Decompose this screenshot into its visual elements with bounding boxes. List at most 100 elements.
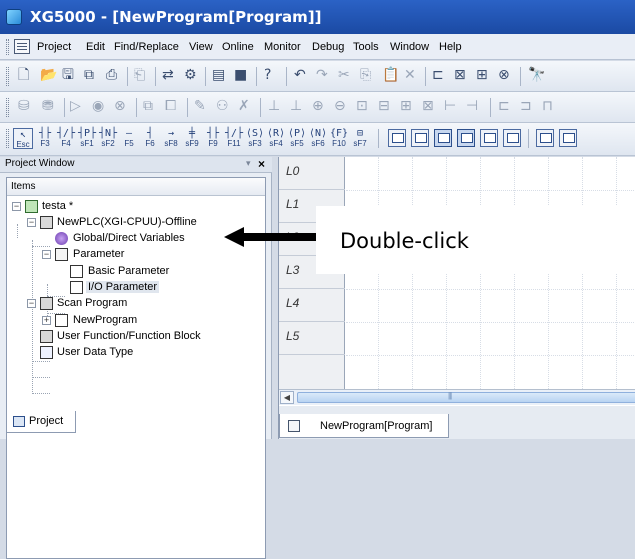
view-ladder-button[interactable] <box>434 129 452 147</box>
contact-a-button[interactable]: ┤├ F3 <box>35 128 55 149</box>
cut-icon[interactable]: ✂ <box>338 67 350 84</box>
collapse-icon[interactable]: − <box>27 299 36 308</box>
tree-node-user-function[interactable]: User Function/Function Block <box>11 329 261 345</box>
collapse-icon[interactable]: − <box>12 202 21 211</box>
vertical-line-button[interactable]: ┤ F6 <box>140 128 160 149</box>
pin-icon[interactable]: ▾ <box>246 158 251 169</box>
edit-run-icon[interactable]: ✎ <box>194 98 206 115</box>
tree-node-scan-program[interactable]: − Scan Program <box>11 296 211 312</box>
insert-cell-icon[interactable]: ⊞ <box>476 67 488 84</box>
function-button[interactable]: {F} F10 <box>329 128 349 149</box>
tree-node-user-data-type[interactable]: User Data Type <box>11 345 211 361</box>
expand-icon[interactable]: + <box>42 316 51 325</box>
tree-node-io-parameter[interactable]: I/O Parameter <box>11 280 211 296</box>
editor-tab-new-program[interactable]: NewProgram[Program] <box>279 414 449 438</box>
cancel-run-icon[interactable]: ✗ <box>238 98 250 115</box>
menu-help[interactable]: Help <box>439 41 462 53</box>
menu-project[interactable]: Project <box>37 41 71 53</box>
close-icon[interactable]: × <box>258 157 265 171</box>
tree-node-global-variables[interactable]: Global/Direct Variables <box>11 231 251 247</box>
view-j-icon[interactable]: ⊣ <box>466 98 478 115</box>
copy-icon[interactable]: ⎘ <box>360 67 371 84</box>
monitor-icon[interactable]: ▤ <box>212 67 225 84</box>
view-device-button[interactable] <box>480 129 498 147</box>
view-m-icon[interactable]: ⊓ <box>542 98 553 115</box>
insert-line-icon[interactable]: ⊏ <box>432 67 444 84</box>
write-plc-icon[interactable]: ⛃ <box>42 98 54 115</box>
set-coil-button[interactable]: ⟨S⟩ sF3 <box>245 128 265 149</box>
print-preview-icon[interactable]: ⎗ <box>134 67 145 84</box>
collapse-icon[interactable]: − <box>27 218 36 227</box>
menu-tools[interactable]: Tools <box>353 41 379 53</box>
project-tab[interactable]: Project <box>6 411 76 433</box>
print-icon[interactable]: ⎙ <box>106 67 117 84</box>
menu-edit[interactable]: Edit <box>86 41 105 53</box>
horizontal-scrollbar[interactable]: ◀ <box>279 389 635 405</box>
run-icon[interactable]: ▷ <box>70 98 81 115</box>
horizontal-line-button[interactable]: — F5 <box>119 128 139 149</box>
redo-icon[interactable]: ↷ <box>316 67 328 84</box>
menu-online[interactable]: Online <box>222 41 254 53</box>
contact-b-button[interactable]: ┤/├ F4 <box>56 128 76 149</box>
tree-node-basic-parameter[interactable]: Basic Parameter <box>11 264 211 280</box>
view-l-icon[interactable]: ⊐ <box>520 98 532 115</box>
view-comment-button[interactable] <box>388 129 406 147</box>
ladder-editor[interactable]: L0 L1 L2 L3 L4 L5 ◀ NewProgram[Program] <box>278 157 635 439</box>
scroll-thumb[interactable] <box>297 391 635 403</box>
tree-node-new-program[interactable]: + NewProgram <box>11 313 211 329</box>
monitor-stop-icon[interactable]: ■ <box>234 67 247 84</box>
paste-icon[interactable]: 📋 <box>382 67 399 84</box>
view-e-icon[interactable]: ⊡ <box>356 98 368 115</box>
compare-icon[interactable]: ⧠ <box>165 98 176 115</box>
view-d-icon[interactable]: ⊖ <box>334 98 346 115</box>
open-folder-icon[interactable]: 📂 <box>40 67 57 84</box>
new-file-icon[interactable]: 🗋 <box>18 67 29 84</box>
view-c-icon[interactable]: ⊕ <box>312 98 324 115</box>
connect-plc-icon[interactable]: ⛁ <box>18 98 30 115</box>
coil-button[interactable]: ┤├ F9 <box>203 128 223 149</box>
pause-icon[interactable]: ⊗ <box>114 98 126 115</box>
tree-node-plc[interactable]: − NewPLC(XGI-CPUU)-Offline <box>11 215 251 231</box>
view-flag-button[interactable] <box>503 129 521 147</box>
read-icon[interactable]: ⧉ <box>143 98 153 115</box>
positive-pulse-button[interactable]: ┤P├ sF1 <box>77 128 97 149</box>
delete-line-icon[interactable]: ⊠ <box>454 67 466 84</box>
delete-icon[interactable]: ✕ <box>404 67 416 84</box>
save-all-icon[interactable]: ⧉ <box>84 67 94 84</box>
view-b-icon[interactable]: ⊥ <box>290 98 302 115</box>
negative-pulse-button[interactable]: ┤N├ sF2 <box>98 128 118 149</box>
stop-icon[interactable]: ◉ <box>92 98 104 115</box>
view-grid-button[interactable] <box>536 129 554 147</box>
undo-icon[interactable]: ↶ <box>294 67 306 84</box>
tree-node-root[interactable]: − testa * <box>11 199 211 215</box>
esc-select-button[interactable]: ↖ Esc <box>13 128 33 149</box>
collapse-icon[interactable]: − <box>42 250 51 259</box>
connect-line-button[interactable]: → sF8 <box>161 128 181 149</box>
view-h-icon[interactable]: ⊠ <box>422 98 434 115</box>
function-block-button[interactable]: ⊟ sF7 <box>350 128 370 149</box>
online-icon[interactable]: ⚙ <box>184 67 197 84</box>
menu-monitor[interactable]: Monitor <box>264 41 301 53</box>
view-f-icon[interactable]: ⊟ <box>378 98 390 115</box>
delete-cell-icon[interactable]: ⊗ <box>498 67 510 84</box>
write-run-icon[interactable]: ⚇ <box>216 98 229 115</box>
tree-node-parameter[interactable]: − Parameter <box>11 247 211 263</box>
view-i-icon[interactable]: ⊢ <box>444 98 456 115</box>
negative-coil-button[interactable]: ⟨N⟩ sF6 <box>308 128 328 149</box>
view-label-button[interactable] <box>411 129 429 147</box>
find-icon[interactable]: 🔭 <box>528 67 545 84</box>
scroll-left-icon[interactable]: ◀ <box>280 391 294 404</box>
menu-find-replace[interactable]: Find/Replace <box>114 41 179 53</box>
document-menu-icon[interactable] <box>14 39 30 54</box>
positive-coil-button[interactable]: ⟨P⟩ sF5 <box>287 128 307 149</box>
inverse-button[interactable]: ╪ sF9 <box>182 128 202 149</box>
menu-view[interactable]: View <box>189 41 213 53</box>
view-variable-button[interactable] <box>457 129 475 147</box>
inverse-coil-button[interactable]: ┤/├ F11 <box>224 128 244 149</box>
save-icon[interactable]: 🖫 <box>62 67 74 84</box>
menu-window[interactable]: Window <box>390 41 429 53</box>
view-a-icon[interactable]: ⊥ <box>268 98 280 115</box>
reset-coil-button[interactable]: ⟨R⟩ sF4 <box>266 128 286 149</box>
view-g-icon[interactable]: ⊞ <box>400 98 412 115</box>
view-k-icon[interactable]: ⊏ <box>498 98 510 115</box>
